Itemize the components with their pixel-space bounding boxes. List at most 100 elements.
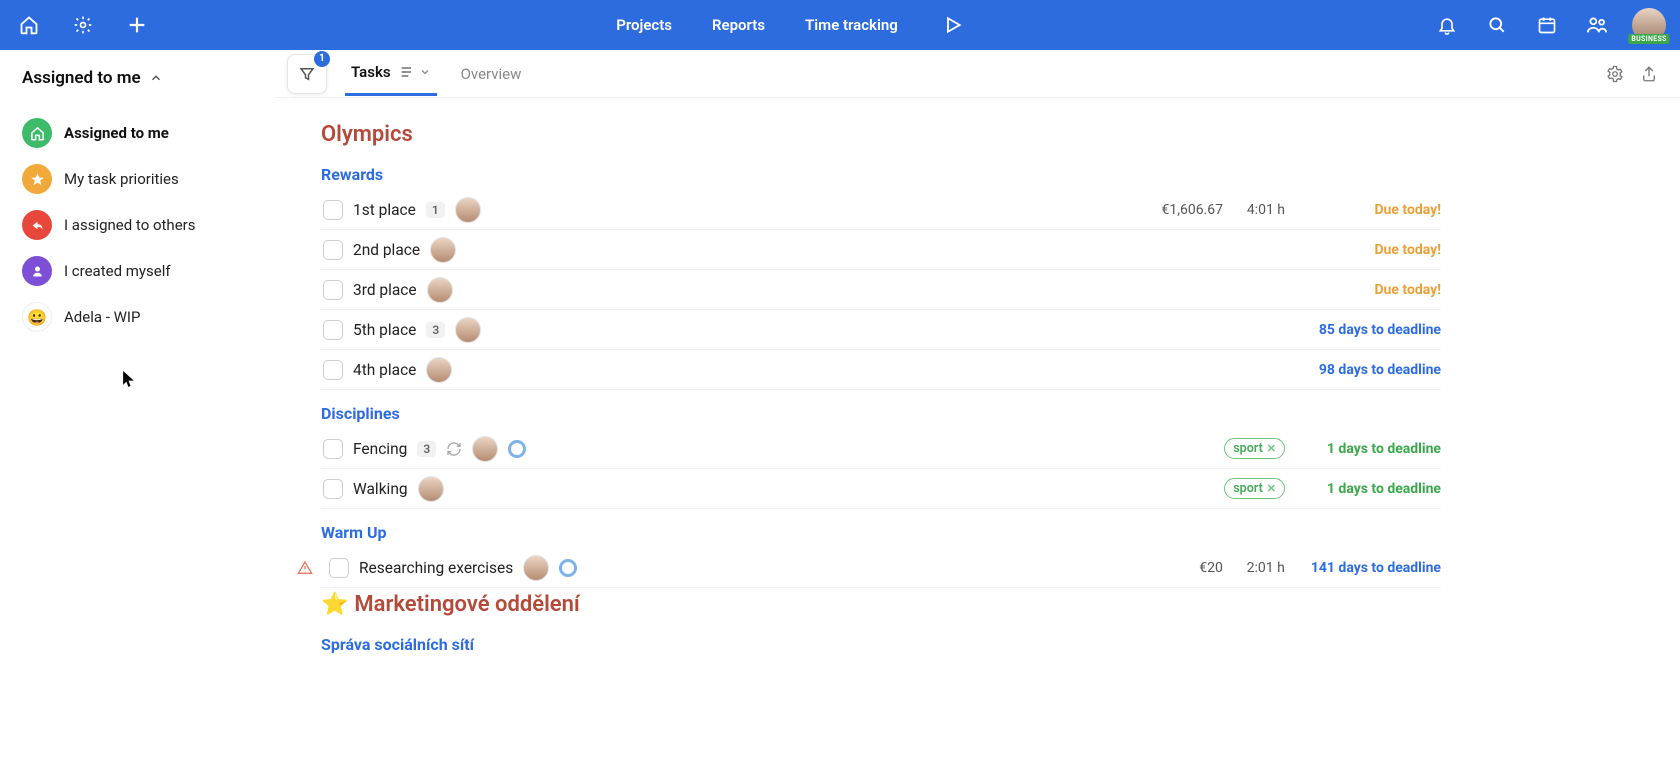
assignee-avatar[interactable] xyxy=(455,317,481,343)
task-name: Fencing xyxy=(353,440,407,458)
task-due: 98 days to deadline xyxy=(1311,362,1441,378)
task-due: 1 days to deadline xyxy=(1311,481,1441,497)
nav-time-tracking[interactable]: Time tracking xyxy=(805,16,898,34)
tag-remove-icon[interactable]: ✕ xyxy=(1267,482,1276,495)
user-avatar[interactable] xyxy=(1632,8,1666,42)
warning-icon xyxy=(297,560,317,576)
project-title[interactable]: Olympics xyxy=(321,122,1441,147)
sidebar-item-label: My task priorities xyxy=(64,170,179,188)
sidebar-item-label: I assigned to others xyxy=(64,216,195,234)
subtask-count: 1 xyxy=(426,202,445,218)
sidebar-title-label: Assigned to me xyxy=(22,68,141,88)
task-checkbox[interactable] xyxy=(323,320,343,340)
task-name: 2nd place xyxy=(353,241,420,259)
assignee-avatar[interactable] xyxy=(427,277,453,303)
sidebar-title[interactable]: Assigned to me xyxy=(22,68,253,88)
nav-reports[interactable]: Reports xyxy=(712,16,765,34)
progress-ring-icon xyxy=(559,559,577,577)
funnel-icon xyxy=(298,65,316,83)
task-cost: €1,606.67 xyxy=(1153,202,1223,218)
task-row[interactable]: Researching exercises €20 2:01 h 141 days t… xyxy=(321,548,1441,588)
filter-count-badge: 1 xyxy=(314,51,330,67)
task-hours: 2:01 h xyxy=(1233,560,1285,576)
share-icon[interactable] xyxy=(1640,65,1658,83)
task-checkbox[interactable] xyxy=(323,280,343,300)
task-due: Due today! xyxy=(1311,202,1441,218)
assignee-avatar[interactable] xyxy=(455,197,481,223)
task-name: 5th place xyxy=(353,321,416,339)
sidebar-item-label: Assigned to me xyxy=(64,124,169,142)
task-tag[interactable]: sport✕ xyxy=(1224,438,1285,459)
task-checkbox[interactable] xyxy=(323,240,343,260)
task-name: 4th place xyxy=(353,361,416,379)
sidebar-item-4[interactable]: 😀 Adela - WIP xyxy=(22,294,253,340)
task-hours: 4:01 h xyxy=(1233,202,1285,218)
task-row[interactable]: 3rd place Due today! xyxy=(321,270,1441,310)
gear-icon[interactable] xyxy=(68,10,98,40)
task-due: 1 days to deadline xyxy=(1311,441,1441,457)
chevron-down-icon[interactable] xyxy=(419,66,431,78)
task-checkbox[interactable] xyxy=(323,439,343,459)
topbar: Projects Reports Time tracking xyxy=(0,0,1680,50)
task-row[interactable]: Walkingsport✕1 days to deadline xyxy=(321,469,1441,509)
assignee-avatar[interactable] xyxy=(418,476,444,502)
filter-button[interactable]: 1 xyxy=(287,54,327,94)
section-title[interactable]: Warm Up xyxy=(321,523,1441,542)
subtask-count: 3 xyxy=(426,322,445,338)
sidebar-item-icon: 😀 xyxy=(22,302,52,332)
task-row[interactable]: Fencing 3 sport✕ 1 days to deadline xyxy=(321,429,1441,469)
progress-ring-icon xyxy=(508,440,526,458)
task-row[interactable]: 4th place 98 days to deadline xyxy=(321,350,1441,390)
task-checkbox[interactable] xyxy=(329,558,349,578)
list-view-icon[interactable] xyxy=(399,64,415,80)
tab-tasks-label: Tasks xyxy=(351,63,391,81)
plus-icon[interactable] xyxy=(122,10,152,40)
home-icon[interactable] xyxy=(14,10,44,40)
bell-icon[interactable] xyxy=(1432,10,1462,40)
task-cost: €20 xyxy=(1153,560,1223,576)
settings-gear-icon[interactable] xyxy=(1606,65,1624,83)
assignee-avatar[interactable] xyxy=(472,436,498,462)
task-due: Due today! xyxy=(1311,282,1441,298)
section-title[interactable]: Správa sociálních sítí xyxy=(321,635,1441,654)
sidebar-item-icon xyxy=(22,256,52,286)
task-row[interactable]: 1st place 1 €1,606.67 4:01 h Due today! xyxy=(321,190,1441,230)
task-row[interactable]: 5th place385 days to deadline xyxy=(321,310,1441,350)
calendar-icon[interactable] xyxy=(1532,10,1562,40)
tab-overview[interactable]: Overview xyxy=(455,53,528,95)
section-title[interactable]: Disciplines xyxy=(321,404,1441,423)
sidebar-item-icon xyxy=(22,118,52,148)
assignee-avatar[interactable] xyxy=(426,357,452,383)
search-icon[interactable] xyxy=(1482,10,1512,40)
nav-projects[interactable]: Projects xyxy=(616,16,672,34)
task-row[interactable]: 2nd place Due today! xyxy=(321,230,1441,270)
task-name: 1st place xyxy=(353,201,416,219)
sidebar-item-label: I created myself xyxy=(64,262,171,280)
task-name: Researching exercises xyxy=(359,559,513,577)
sidebar-item-1[interactable]: My task priorities xyxy=(22,156,253,202)
chevron-up-icon xyxy=(149,71,163,85)
assignee-avatar[interactable] xyxy=(523,555,549,581)
sidebar-item-label: Adela - WIP xyxy=(64,308,140,326)
tab-tasks[interactable]: Tasks xyxy=(345,51,437,96)
sidebar-item-icon xyxy=(22,164,52,194)
assignee-avatar[interactable] xyxy=(430,237,456,263)
task-due: Due today! xyxy=(1311,242,1441,258)
play-outline-icon[interactable] xyxy=(938,10,968,40)
sidebar-item-0[interactable]: Assigned to me xyxy=(22,110,253,156)
task-name: 3rd place xyxy=(353,281,417,299)
sidebar: Assigned to me Assigned to me My task pri… xyxy=(0,50,275,764)
tag-remove-icon[interactable]: ✕ xyxy=(1267,442,1276,455)
task-tag[interactable]: sport✕ xyxy=(1224,478,1285,499)
project-title[interactable]: ⭐Marketingové oddělení xyxy=(321,592,1441,617)
section-title[interactable]: Rewards xyxy=(321,165,1441,184)
task-checkbox[interactable] xyxy=(323,360,343,380)
sidebar-item-3[interactable]: I created myself xyxy=(22,248,253,294)
tabbar: 1 Tasks Overview xyxy=(275,50,1680,98)
task-due: 141 days to deadline xyxy=(1311,560,1441,576)
subtask-count: 3 xyxy=(417,441,436,457)
task-checkbox[interactable] xyxy=(323,479,343,499)
people-icon[interactable] xyxy=(1582,10,1612,40)
task-checkbox[interactable] xyxy=(323,200,343,220)
sidebar-item-2[interactable]: I assigned to others xyxy=(22,202,253,248)
